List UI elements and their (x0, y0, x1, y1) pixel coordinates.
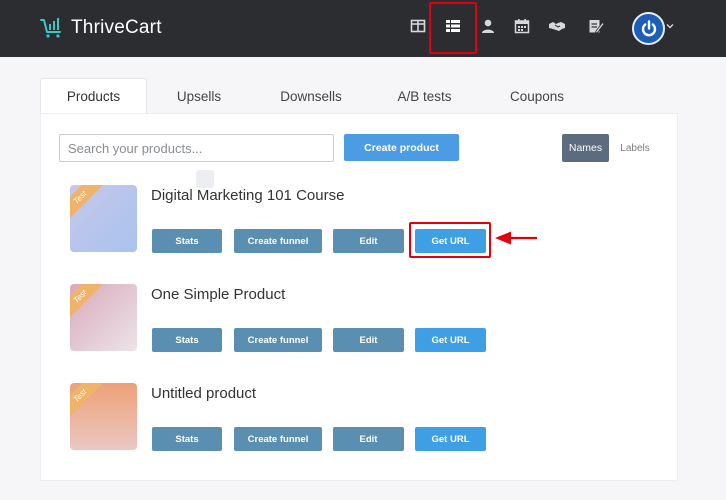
stats-button[interactable]: Stats (152, 229, 222, 253)
user-avatar[interactable] (632, 12, 665, 45)
test-ribbon: Test (70, 383, 103, 418)
brand-name: ThriveCart (71, 17, 162, 38)
create-funnel-button[interactable]: Create funnel (234, 427, 322, 451)
power-icon (641, 19, 656, 36)
stats-button[interactable]: Stats (152, 427, 222, 451)
test-ribbon: Test (70, 185, 103, 220)
chevron-down-icon[interactable] (666, 22, 674, 30)
product-title[interactable]: One Simple Product (151, 286, 285, 303)
search-input[interactable] (59, 134, 334, 162)
notes-icon[interactable] (587, 17, 605, 35)
edit-button[interactable]: Edit (333, 328, 404, 352)
active-nav-highlight (429, 2, 477, 54)
tab-ab-tests[interactable]: A/B tests (371, 78, 478, 114)
customer-icon[interactable] (479, 17, 497, 35)
product-row: Test Digital Marketing 101 Course Stats … (70, 185, 670, 255)
get-url-button[interactable]: Get URL (415, 328, 486, 352)
edit-button[interactable]: Edit (333, 427, 404, 451)
top-header: ThriveCart (0, 0, 726, 57)
product-row: Test One Simple Product Stats Create fun… (70, 284, 670, 354)
tab-downsells[interactable]: Downsells (251, 78, 371, 114)
product-thumbnail[interactable]: Test (70, 383, 137, 450)
test-ribbon: Test (70, 284, 103, 319)
dashboard-icon[interactable] (409, 17, 427, 35)
product-title[interactable]: Untitled product (151, 385, 256, 402)
product-tabs: Products Upsells Downsells A/B tests Cou… (40, 78, 596, 114)
tab-coupons[interactable]: Coupons (478, 78, 596, 114)
tab-upsells[interactable]: Upsells (147, 78, 251, 114)
names-toggle-button[interactable]: Names (562, 134, 609, 162)
product-row: Test Untitled product Stats Create funne… (70, 383, 670, 453)
cart-logo-icon (40, 18, 61, 38)
product-thumbnail[interactable]: Test (70, 284, 137, 351)
create-funnel-button[interactable]: Create funnel (234, 229, 322, 253)
get-url-button[interactable]: Get URL (415, 427, 486, 451)
tab-products[interactable]: Products (40, 78, 147, 114)
red-arrow-icon (495, 231, 537, 245)
labels-toggle-button[interactable]: Labels (613, 134, 657, 162)
product-thumbnail[interactable]: Test (70, 185, 137, 252)
get-url-highlight (409, 222, 491, 258)
stats-button[interactable]: Stats (152, 328, 222, 352)
brand-logo[interactable]: ThriveCart (39, 15, 162, 41)
product-title[interactable]: Digital Marketing 101 Course (151, 187, 344, 204)
create-product-button[interactable]: Create product (344, 134, 459, 161)
calendar-icon[interactable] (513, 17, 531, 35)
create-funnel-button[interactable]: Create funnel (234, 328, 322, 352)
edit-button[interactable]: Edit (333, 229, 404, 253)
affiliates-icon[interactable] (548, 17, 566, 35)
